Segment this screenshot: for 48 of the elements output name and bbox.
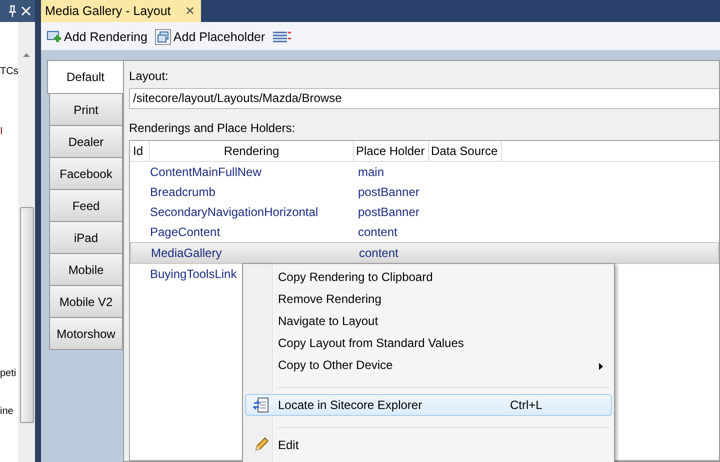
- placeholder-name: content: [359, 246, 398, 260]
- column-header[interactable]: Place Holder: [354, 141, 429, 161]
- rendering-name: Breadcrumb: [150, 185, 216, 199]
- rendering-name: SecondaryNavigationHorizontal: [150, 205, 318, 219]
- placeholder-name: content: [358, 225, 398, 239]
- menu-item[interactable]: Edit: [245, 434, 612, 456]
- menu-item[interactable]: Copy Layout from Standard Values: [245, 332, 612, 354]
- device-tab[interactable]: iPad: [49, 222, 123, 254]
- placeholder-name: postBanner: [358, 185, 420, 199]
- rendering-row[interactable]: Breadcrumb postBanner: [130, 182, 719, 202]
- device-tab[interactable]: Feed: [49, 190, 123, 222]
- tab-title: Media Gallery - Layout: [45, 4, 171, 18]
- document-tab[interactable]: Media Gallery - Layout ✕: [41, 0, 201, 22]
- layout-field[interactable]: /sitecore/layout/Layouts/Mazda/Browse: [129, 88, 719, 109]
- rendering-row[interactable]: ContentMainFullNew main: [130, 162, 719, 182]
- toolbar-button[interactable]: Add Rendering: [45, 29, 150, 45]
- device-tab[interactable]: Facebook: [49, 158, 123, 190]
- device-tab[interactable]: Default: [47, 60, 123, 94]
- menu-item[interactable]: Remove Rendering: [245, 288, 612, 310]
- tree-text: TCs: [0, 66, 18, 77]
- shortcut-text: Ctrl+L: [510, 398, 542, 412]
- menu-item[interactable]: Locate in Sitecore Explorer Ctrl+L: [245, 394, 612, 416]
- menu-item[interactable]: Copy Rendering to Clipboard: [245, 266, 612, 288]
- device-tab[interactable]: Mobile: [49, 254, 123, 286]
- device-tab[interactable]: Dealer: [49, 126, 123, 158]
- placeholder-name: main: [358, 165, 384, 179]
- menu-item[interactable]: Copy to Other Device: [245, 354, 612, 376]
- device-tab[interactable]: Print: [49, 94, 123, 126]
- tree-text: I: [0, 126, 3, 137]
- column-header[interactable]: Data Source: [429, 141, 502, 161]
- column-header[interactable]: Id: [130, 141, 150, 161]
- rendering-row[interactable]: PageContent content: [130, 222, 719, 242]
- renderings-label: Renderings and Place Holders:: [129, 121, 296, 135]
- rendering-name: PageContent: [150, 225, 220, 239]
- toolbar-button[interactable]: Add Placeholder: [153, 28, 268, 46]
- menu-item[interactable]: Navigate to Layout: [245, 310, 612, 332]
- rendering-name: ContentMainFullNew: [150, 165, 262, 179]
- close-icon[interactable]: ✕: [184, 4, 195, 18]
- rendering-row[interactable]: MediaGallery content: [130, 242, 719, 264]
- layout-label: Layout:: [129, 69, 170, 83]
- device-tab[interactable]: Motorshow: [49, 318, 123, 350]
- rendering-row[interactable]: SecondaryNavigationHorizontal postBanner: [130, 202, 719, 222]
- column-header[interactable]: Rendering: [150, 141, 354, 161]
- rendering-name: MediaGallery: [151, 246, 222, 260]
- placeholder-name: postBanner: [358, 205, 420, 219]
- device-tab[interactable]: Mobile V2: [49, 286, 123, 318]
- tree-text: peti: [0, 368, 16, 379]
- tree-text: ine: [0, 406, 14, 417]
